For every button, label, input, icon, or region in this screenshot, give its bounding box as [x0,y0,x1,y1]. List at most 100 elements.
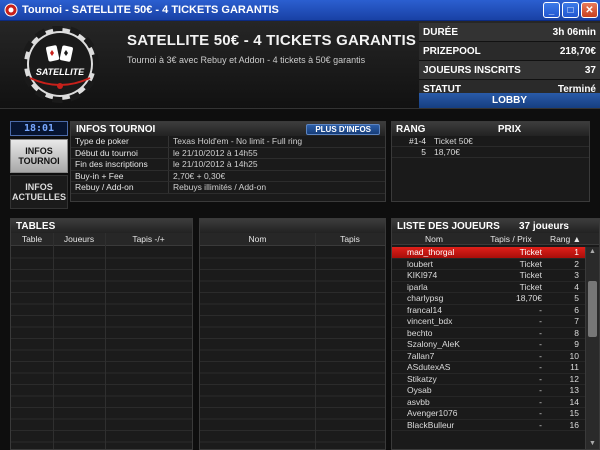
info-value: 2,70€ + 0,30€ [173,170,226,181]
info-key: Buy-in + Fee [71,170,169,181]
player-row[interactable]: BlackBulleur - 16 [392,419,585,431]
player-row[interactable]: asvbb - 14 [392,396,585,408]
prize-prix: 18,70€ [434,147,460,157]
stat-label: JOUEURS INSCRITS [423,64,521,76]
col-rang[interactable]: Rang ▲ [546,234,585,244]
info-row: Rebuy / Add-on Rebuys illimités / Add-on [71,182,385,194]
logo-text: SATELLITE [36,67,85,77]
player-rang: 11 [570,362,579,373]
player-row[interactable]: Szalony_AleK - 9 [392,339,585,351]
col-nom[interactable]: Nom [392,234,476,244]
col-tapis[interactable]: Tapis [315,234,385,244]
player-rang: 16 [569,419,579,430]
player-rang: 5 [574,293,579,304]
player-tapis: - [539,304,542,315]
player-row[interactable]: Avenger1076 - 15 [392,408,585,420]
info-row: Début du tournoi le 21/10/2012 à 14h55 [71,147,385,159]
tab-infos-actuelles[interactable]: INFOS ACTUELLES [10,175,68,209]
close-button[interactable]: ✕ [581,2,598,18]
prize-rang: #1-4 [408,136,426,146]
info-key: Rebuy / Add-on [71,182,169,193]
prize-prix: Ticket 50€ [434,136,473,146]
player-name: 7allan7 [407,350,435,361]
players-panel: LISTE DES JOUEURS 37 joueurs Nom Tapis /… [391,218,600,450]
player-row[interactable]: KIKI974 Ticket 3 [392,270,585,282]
player-row[interactable]: iparla Ticket 4 [392,281,585,293]
players-scrollbar[interactable]: ▲ ▼ [585,247,599,449]
tables-panel: TABLES Table Joueurs Tapis -/+ [10,218,193,450]
column-divider [105,233,106,449]
stat-value: 218,70€ [559,45,596,57]
table-players-list[interactable] [200,247,385,449]
player-name: bechto [407,327,433,338]
info-row: Buy-in + Fee 2,70€ + 0,30€ [71,170,385,182]
prix-header: PRIX [497,123,522,135]
prize-table-header: RANG PRIX [392,122,589,136]
player-tapis: Ticket [519,281,542,292]
player-name: Oysab [407,385,432,396]
clock: 18:01 [10,121,68,136]
col-tapis[interactable]: Tapis -/+ [105,234,192,244]
players-column-header: Nom Tapis / Prix Rang ▲ [392,233,599,245]
plus-infos-button[interactable]: PLUS D'INFOS [306,123,380,135]
player-tapis: - [539,373,542,384]
player-name: mad_thorgal [407,247,455,258]
lobby-button[interactable]: LOBBY [419,93,600,108]
player-tapis: Ticket [519,247,542,258]
player-tapis: - [539,396,542,407]
column-divider [53,233,54,449]
info-key: Type de poker [71,136,169,147]
col-tapis-prix[interactable]: Tapis / Prix [476,234,546,244]
tab-infos-tournoi[interactable]: INFOS TOURNOI [10,139,68,173]
players-list: mad_thorgal Ticket 1 loubert Ticket 2 KI… [392,247,585,431]
player-row[interactable]: ASdutexAS - 11 [392,362,585,374]
player-tapis: 18,70€ [516,293,542,304]
player-tapis: Ticket [519,270,542,281]
maximize-button[interactable]: □ [562,2,579,18]
scroll-thumb[interactable] [588,281,597,337]
player-tapis: - [539,385,542,396]
player-row[interactable]: 7allan7 - 10 [392,350,585,362]
player-row[interactable]: Oysab - 13 [392,385,585,397]
player-name: ASdutexAS [407,362,451,373]
player-row[interactable]: francal14 - 6 [392,304,585,316]
col-nom[interactable]: Nom [200,234,315,244]
infos-tournoi-panel: INFOS TOURNOI PLUS D'INFOS Type de poker… [70,121,386,202]
tournament-stats: DURÉE 3h 06min PRIZEPOOL 218,70€ JOUEURS… [419,23,600,99]
player-row[interactable]: mad_thorgal Ticket 1 [392,247,585,259]
info-row: Type de poker Texas Hold'em - No limit -… [71,136,385,148]
player-rang: 15 [569,408,579,419]
player-tapis: - [539,408,542,419]
player-name: BlackBulleur [407,419,455,430]
col-table[interactable]: Table [11,234,53,244]
panel-title: TABLES [11,219,192,233]
player-rang: 12 [569,373,579,384]
stat-duree: DURÉE 3h 06min [419,23,600,42]
info-value: Rebuys illimités / Add-on [173,182,267,193]
col-joueurs[interactable]: Joueurs [53,234,105,244]
player-row[interactable]: vincent_bdx - 7 [392,316,585,328]
tables-column-header: Table Joueurs Tapis -/+ [11,233,192,246]
info-value: Texas Hold'em - No limit - Full ring [173,136,303,147]
player-rang: 13 [569,385,579,396]
tables-list[interactable] [11,247,192,449]
player-tapis: - [539,362,542,373]
player-row[interactable]: Stikatzy - 12 [392,373,585,385]
prize-rang: 5 [421,147,426,157]
tournament-title: SATELLITE 50€ - 4 TICKETS GARANTIS [127,32,417,49]
scroll-down-icon[interactable]: ▼ [588,440,597,448]
window-title: Tournoi - SATELLITE 50€ - 4 TICKETS GARA… [22,4,279,16]
player-rang: 9 [574,339,579,350]
scroll-up-icon[interactable]: ▲ [588,248,597,256]
stat-value: 37 [584,64,596,76]
player-row[interactable]: bechto - 8 [392,327,585,339]
panel-header [200,219,385,233]
player-row[interactable]: charlypsg 18,70€ 5 [392,293,585,305]
player-rang: 3 [574,270,579,281]
stat-prizepool: PRIZEPOOL 218,70€ [419,42,600,61]
stat-joueurs-inscrits: JOUEURS INSCRITS 37 [419,61,600,80]
player-name: iparla [407,281,428,292]
minimize-button[interactable]: _ [543,2,560,18]
player-row[interactable]: loubert Ticket 2 [392,259,585,270]
tournament-header: SATELLITE SATELLITE 50€ - 4 TICKETS GARA… [0,21,600,109]
